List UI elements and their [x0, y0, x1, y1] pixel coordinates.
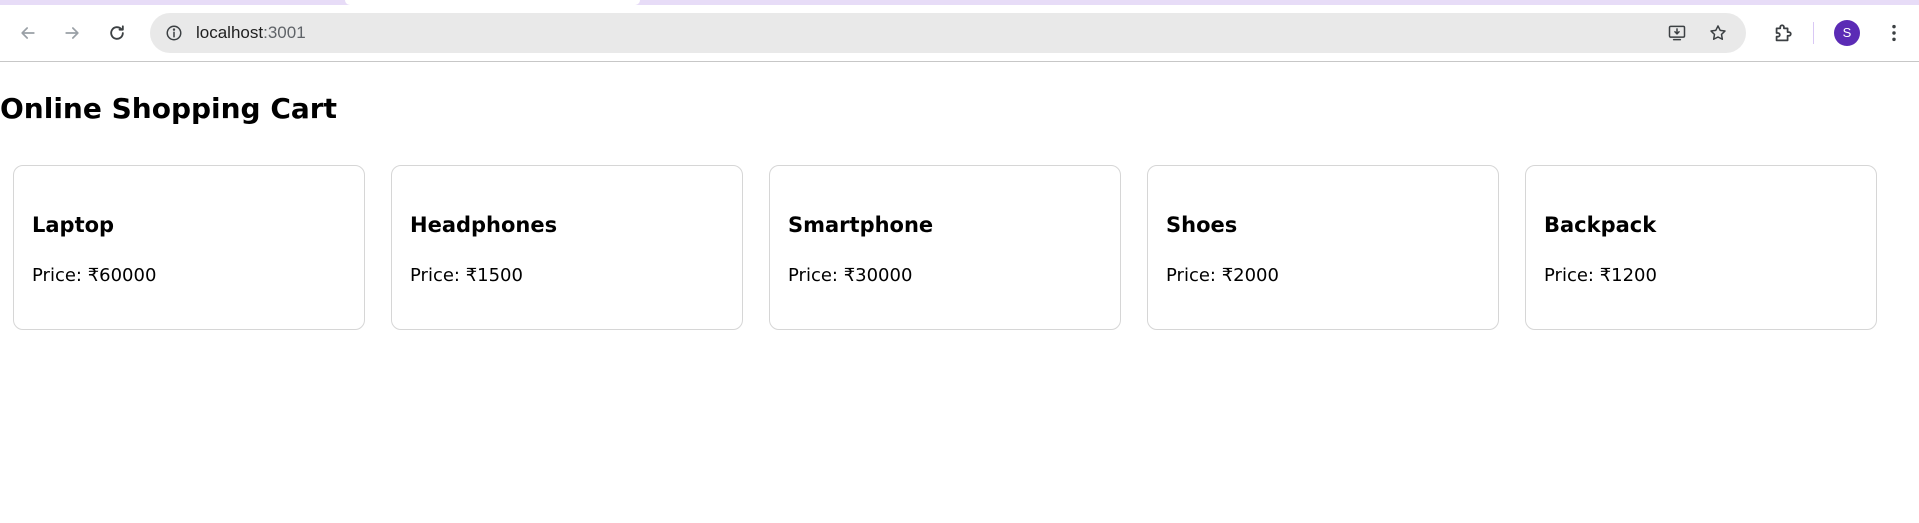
product-name: Backpack [1544, 213, 1657, 237]
info-icon [166, 25, 182, 41]
back-button[interactable] [13, 18, 43, 48]
reload-button[interactable] [102, 18, 132, 48]
arrow-left-icon [21, 27, 35, 39]
product-name: Smartphone [788, 213, 934, 237]
product-price: Price: ₹30000 [788, 265, 913, 286]
arrow-right-icon [65, 27, 79, 39]
product-price: Price: ₹1200 [1544, 265, 1657, 286]
product-card-headphones[interactable]: Headphones Price: ₹1500 [391, 165, 743, 330]
star-icon [1710, 25, 1726, 40]
forward-button[interactable] [57, 18, 87, 48]
install-app-button[interactable] [1664, 20, 1690, 46]
url-text[interactable]: localhost:3001 [196, 23, 306, 43]
url-port: :3001 [263, 23, 306, 42]
product-list: Laptop Price: ₹60000 Headphones Price: ₹… [13, 165, 1877, 330]
kebab-menu-icon [1892, 24, 1896, 42]
product-price: Price: ₹60000 [32, 265, 157, 286]
product-name: Laptop [32, 213, 115, 237]
product-card-shoes[interactable]: Shoes Price: ₹2000 [1147, 165, 1499, 330]
url-host: localhost [196, 23, 264, 42]
browser-menu-button[interactable] [1879, 18, 1909, 48]
toolbar-divider [1813, 22, 1814, 44]
page-title: Online Shopping Cart [0, 92, 337, 125]
product-card-laptop[interactable]: Laptop Price: ₹60000 [13, 165, 365, 330]
install-app-icon [1668, 25, 1686, 41]
profile-avatar[interactable]: S [1834, 20, 1860, 46]
tab-strip [0, 0, 1919, 5]
product-name: Headphones [410, 213, 558, 237]
product-card-backpack[interactable]: Backpack Price: ₹1200 [1525, 165, 1877, 330]
site-info-button[interactable] [160, 19, 188, 47]
product-price: Price: ₹1500 [410, 265, 523, 286]
puzzle-icon [1775, 24, 1792, 42]
product-name: Shoes [1166, 213, 1238, 237]
product-price: Price: ₹2000 [1166, 265, 1279, 286]
address-bar[interactable]: localhost:3001 [150, 13, 1746, 53]
bookmark-button[interactable] [1705, 20, 1731, 46]
product-card-smartphone[interactable]: Smartphone Price: ₹30000 [769, 165, 1121, 330]
extensions-button[interactable] [1768, 18, 1798, 48]
reload-icon [110, 25, 124, 40]
active-tab[interactable] [345, 0, 640, 5]
browser-toolbar: localhost:3001 S [0, 0, 1919, 62]
